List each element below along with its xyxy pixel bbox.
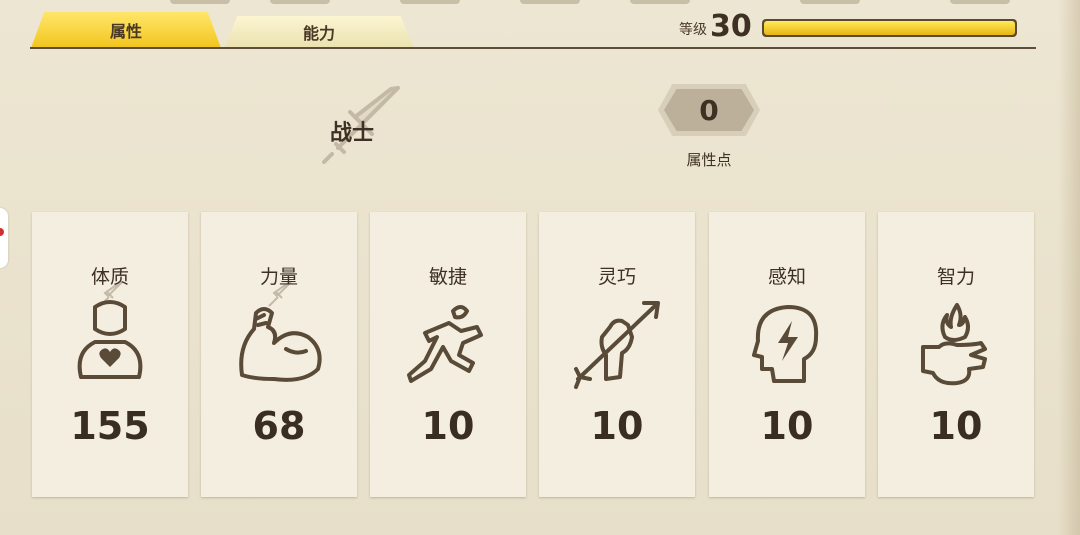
tab-abilities-label: 能力	[302, 24, 335, 43]
stat-label: 感知	[767, 266, 806, 288]
stat-value: 10	[929, 404, 983, 448]
stat-card-dexterity[interactable]: 灵巧 10	[539, 212, 695, 497]
tab-attributes-label: 属性	[109, 22, 142, 41]
stat-label: 灵巧	[597, 266, 636, 288]
flexed-arm-icon	[239, 307, 322, 382]
side-handle[interactable]	[0, 208, 8, 268]
class-name: 战士	[330, 121, 375, 146]
stat-value: 155	[70, 404, 150, 448]
stat-value: 10	[590, 404, 644, 448]
attribute-points-value: 0	[699, 93, 719, 127]
stat-value: 10	[421, 404, 475, 448]
level-value: 30	[710, 9, 752, 44]
stat-value: 68	[252, 404, 306, 448]
right-shadow	[1058, 0, 1080, 535]
attribute-points-label: 属性点	[686, 151, 732, 169]
stat-value: 10	[760, 404, 814, 448]
stat-card-perception[interactable]: 感知 10	[709, 212, 865, 497]
body-heart-icon	[77, 300, 143, 379]
hand-flame-icon	[921, 303, 987, 386]
level-label: 等级	[679, 22, 707, 38]
hand-arrow-icon	[574, 301, 660, 389]
stat-card-intelligence[interactable]: 智力 10	[878, 212, 1034, 497]
xp-bar-fill	[764, 21, 1015, 35]
header-divider	[30, 47, 1036, 49]
stat-card-strength[interactable]: 力量 68	[201, 212, 357, 497]
running-figure-icon	[407, 305, 483, 383]
top-stubs	[0, 0, 1080, 6]
xp-bar	[762, 19, 1017, 37]
stat-card-agility[interactable]: 敏捷 10	[370, 212, 526, 497]
stat-label: 智力	[936, 266, 975, 288]
tab-attributes[interactable]: 属性	[31, 12, 221, 48]
stat-card-constitution[interactable]: 体质 155	[32, 212, 188, 497]
tab-abilities[interactable]: 能力	[224, 16, 414, 48]
stat-label: 力量	[259, 266, 298, 288]
stat-label: 体质	[90, 266, 129, 288]
head-lightning-icon	[752, 305, 819, 383]
stat-label: 敏捷	[428, 266, 467, 288]
